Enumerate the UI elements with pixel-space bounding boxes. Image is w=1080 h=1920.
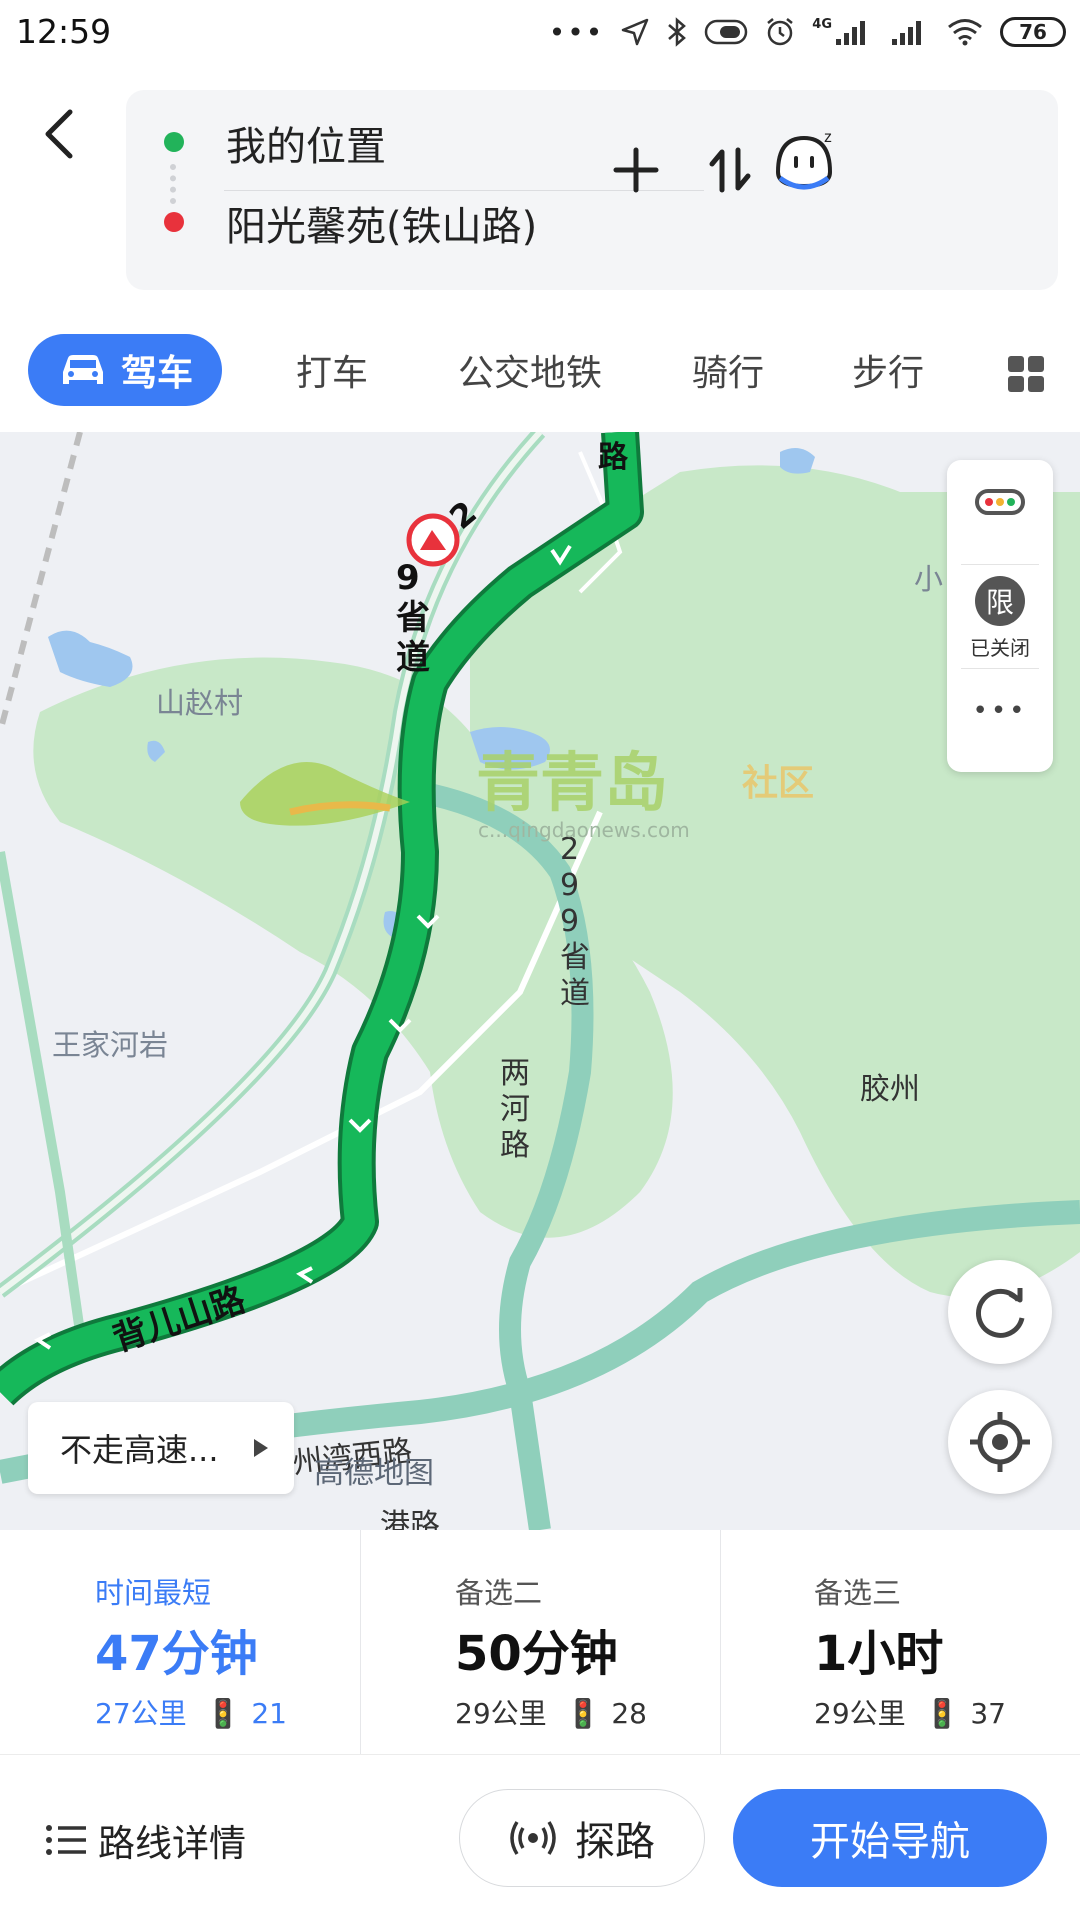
traffic-light-count-icon: 🚦 (205, 1697, 241, 1730)
option-time: 1小时 (814, 1626, 944, 1682)
road-label-s299-alt: 299省道 (560, 832, 590, 1011)
traffic-limit-icon: 限 (975, 576, 1025, 626)
traffic-light-icon[interactable] (975, 488, 1025, 516)
signal-4g-icon: 4G (812, 17, 874, 47)
destination-field[interactable]: 阳光馨苑(铁山路) (226, 194, 537, 252)
tab-taxi[interactable]: 打车 (270, 334, 394, 406)
explore-label: 探路 (575, 1819, 655, 1865)
route-option-fastest[interactable]: 时间最短 47分钟 27公里 🚦 21 (0, 1530, 360, 1754)
car-icon (62, 355, 103, 384)
refresh-button[interactable] (948, 1260, 1052, 1364)
route-option-alt2[interactable]: 备选二 50分钟 29公里 🚦 28 (360, 1530, 720, 1754)
swap-icon[interactable] (700, 140, 760, 200)
map-tools-panel: 限 已关闭 ••• (947, 460, 1053, 772)
lake-icon (48, 630, 133, 687)
road-label-s299: 9省道 (396, 558, 430, 678)
signal-icon (892, 21, 921, 45)
tab-walk[interactable]: 步行 (828, 334, 948, 406)
railway-line (0, 432, 83, 733)
watermark-text: 青青岛 (476, 747, 668, 821)
add-waypoint-icon[interactable] (606, 140, 666, 200)
locate-icon (970, 1412, 1030, 1472)
wifi-icon (948, 19, 982, 46)
location-arrow-icon (622, 18, 649, 46)
option-meta: 29公里 🚦 28 (455, 1692, 647, 1732)
option-lights: 21 (251, 1697, 287, 1730)
bottom-bar: 路线详情 探路 开始导航 (0, 1754, 1080, 1920)
road-label-bottom: 港路 (380, 1508, 440, 1530)
battery-icon: 76 (1000, 17, 1066, 47)
option-label: 备选三 (814, 1576, 902, 1610)
road-label-lianghe: 两河路 (500, 1056, 530, 1163)
traffic-light-count-icon: 🚦 (924, 1697, 960, 1730)
road-label-top: 路 (598, 440, 628, 475)
status-bar: 12:59 ••• 4G 76 (0, 0, 1080, 64)
map-view[interactable]: 路 2 9省道 背儿山路 299省道 两河路 胶州 州湾西路 港路 山赵村 王家… (0, 432, 1080, 1530)
traffic-limit-status: 已关闭 (970, 636, 1030, 660)
avoid-highway-label: 不走高速... (60, 1431, 219, 1469)
tab-drive[interactable]: 驾车 (28, 334, 222, 406)
more-options-icon[interactable]: ••• (947, 696, 1053, 726)
route-options: 时间最短 47分钟 27公里 🚦 21 备选二 50分钟 29公里 🚦 28 备… (0, 1530, 1080, 1754)
svg-text:z: z (824, 129, 832, 146)
option-label: 备选二 (455, 1576, 543, 1610)
refresh-icon (976, 1288, 1025, 1338)
panel-divider (961, 564, 1039, 565)
option-distance: 29公里 (455, 1697, 547, 1730)
list-icon (46, 1825, 86, 1855)
option-time: 50分钟 (455, 1626, 618, 1682)
place-label-xiao: 小 (914, 562, 944, 596)
status-time: 12:59 (16, 12, 112, 51)
traffic-light-count-icon: 🚦 (565, 1697, 601, 1730)
route-option-alt3[interactable]: 备选三 1小时 29公里 🚦 37 (720, 1530, 1080, 1754)
watermark-logo-icon (240, 762, 410, 826)
mode-tabs: 驾车 打车 公交地铁 骑行 步行 (0, 314, 1080, 432)
start-navigation-button[interactable]: 开始导航 (733, 1789, 1047, 1887)
explore-button[interactable]: 探路 (459, 1789, 705, 1887)
toggle-icon (705, 19, 748, 45)
watermark-url: c...qingdaonews.com (478, 818, 690, 842)
route-header: 我的位置 阳光馨苑(铁山路) z (0, 64, 1080, 314)
tab-drive-label: 驾车 (120, 353, 193, 394)
amap-logo: 高德地图 (314, 1456, 434, 1491)
network-type: 4G (812, 17, 832, 32)
option-distance: 29公里 (814, 1697, 906, 1730)
option-meta: 27公里 🚦 21 (95, 1692, 287, 1732)
locate-button[interactable] (948, 1390, 1052, 1494)
bluetooth-icon (668, 17, 687, 47)
origin-dot-icon (164, 132, 184, 152)
broadcast-icon (510, 1821, 556, 1855)
more-modes-icon[interactable] (1006, 354, 1046, 394)
road-label-jiaozhou: 胶州 (860, 1072, 920, 1107)
tab-bike[interactable]: 骑行 (668, 334, 788, 406)
play-arrow-icon (254, 1439, 268, 1457)
option-lights: 28 (611, 1697, 647, 1730)
pond-north-icon (780, 448, 815, 474)
route-detail-button[interactable]: 路线详情 (44, 1813, 246, 1867)
assistant-avatar-icon[interactable]: z (766, 120, 846, 200)
tab-transit[interactable]: 公交地铁 (440, 334, 620, 406)
option-label: 时间最短 (95, 1576, 212, 1610)
origin-field[interactable]: 我的位置 (226, 114, 386, 172)
route-detail-label: 路线详情 (98, 1822, 246, 1865)
panel-divider (961, 668, 1039, 669)
option-meta: 29公里 🚦 37 (814, 1692, 1006, 1732)
watermark: 青青岛 社区 c...qingdaonews.com (230, 732, 850, 852)
alarm-icon (767, 18, 794, 46)
back-arrow-icon[interactable] (36, 104, 86, 164)
watermark-sub: 社区 (742, 763, 815, 804)
traffic-limit-button[interactable]: 限 已关闭 (947, 576, 1053, 660)
more-dots-icon: ••• (548, 15, 605, 49)
option-time: 47分钟 (95, 1626, 258, 1682)
avoid-highway-button[interactable]: 不走高速... (28, 1402, 294, 1494)
route-card: 我的位置 阳光馨苑(铁山路) z (126, 90, 1058, 290)
option-distance: 27公里 (95, 1697, 187, 1730)
place-label-shanzhao: 山赵村 (156, 686, 244, 720)
place-label-wangjia: 王家河岩 (52, 1028, 169, 1062)
destination-dot-icon (164, 212, 184, 232)
status-icons: ••• 4G 76 (549, 12, 1066, 52)
route-connector-icon (170, 164, 178, 204)
option-lights: 37 (970, 1697, 1006, 1730)
